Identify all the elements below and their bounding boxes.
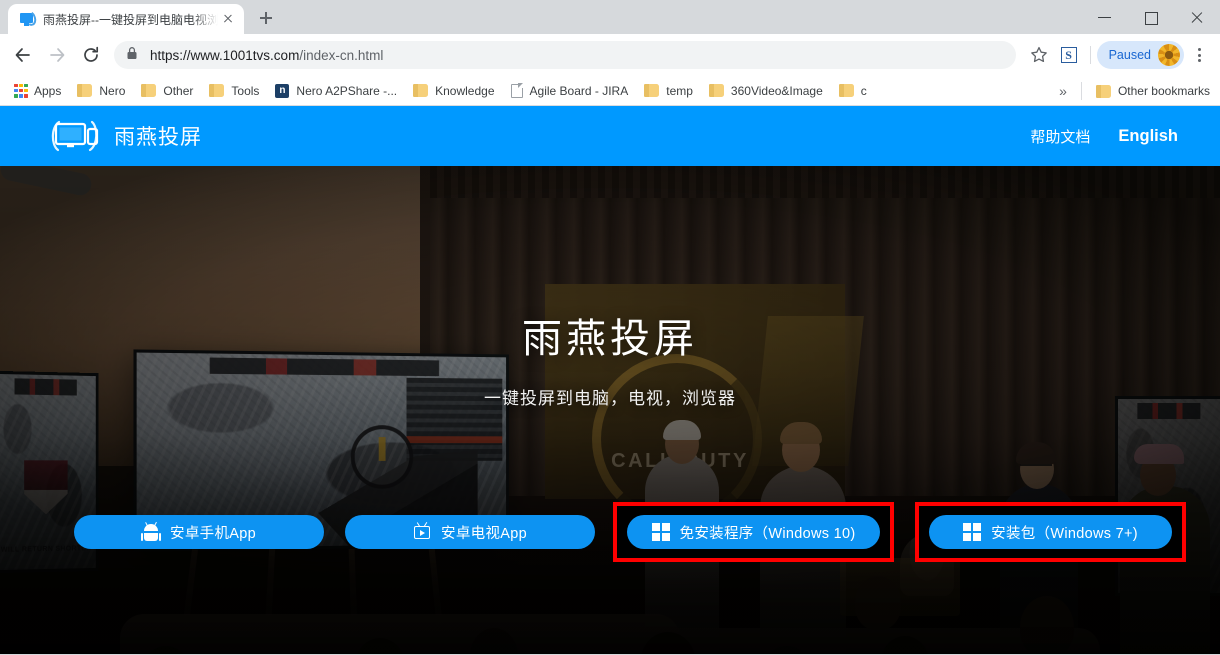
apps-grid-icon	[14, 83, 28, 98]
page-viewport: 雨燕投屏 帮助文档 English CALL·DUTY	[0, 106, 1220, 654]
download-buttons-row: 安卓手机App 安卓电视App 免安装程序（Windows 10) 安装包（Wi…	[0, 502, 1220, 562]
download-installer-windows7-button[interactable]: 安装包（Windows 7+)	[929, 515, 1172, 549]
android-tv-icon	[413, 522, 431, 541]
download-android-tv-app-button[interactable]: 安卓电视App	[345, 515, 595, 549]
star-icon[interactable]	[1024, 40, 1054, 70]
bookmark-knowledge[interactable]: Knowledge	[405, 79, 502, 103]
url-text: https://www.1001tvs.com/index-cn.html	[150, 48, 383, 63]
windows-logo-icon	[963, 523, 982, 541]
cast-screen-logo-icon	[48, 117, 100, 155]
folder-icon	[838, 84, 854, 97]
bookmark-label: Nero	[99, 83, 126, 98]
document-icon	[510, 83, 523, 98]
bookmarks-divider	[1080, 82, 1082, 100]
browser-window: 雨燕投屏--一键投屏到电脑电视浏览器	[0, 0, 1220, 655]
cast-monitor-icon	[19, 9, 39, 28]
button-label: 免安装程序（Windows 10)	[679, 525, 856, 542]
profile-label: Paused	[1108, 48, 1151, 62]
s-extension-label: S	[1060, 47, 1077, 63]
maximize-icon[interactable]	[1128, 1, 1174, 33]
nav-link-english[interactable]: English	[1118, 127, 1178, 146]
nav-link-help-docs[interactable]: 帮助文档	[1030, 126, 1090, 147]
bookmark-other[interactable]: Other	[133, 79, 201, 103]
bookmark-c[interactable]: c	[831, 79, 875, 103]
folder-icon	[644, 84, 660, 97]
url-domain: https://www.1001tvs.com	[150, 47, 300, 63]
other-bookmarks-button[interactable]: Other bookmarks	[1088, 79, 1218, 103]
forward-arrow-icon[interactable]	[42, 40, 72, 70]
folder-icon	[1095, 84, 1111, 98]
bookmark-360video-image[interactable]: 360Video&Image	[701, 79, 831, 103]
highlight-box-windows7: 安装包（Windows 7+)	[915, 502, 1186, 562]
bookmark-label: c	[860, 83, 867, 98]
folder-icon	[77, 84, 93, 97]
download-portable-windows10-button[interactable]: 免安装程序（Windows 10)	[627, 515, 880, 549]
folder-icon	[209, 84, 225, 97]
button-label: 安卓手机App	[170, 525, 256, 542]
download-android-phone-app-button[interactable]: 安卓手机App	[74, 515, 324, 549]
folder-icon	[141, 84, 157, 97]
bookmark-temp[interactable]: temp	[636, 79, 701, 103]
sunflower-avatar-icon	[1158, 44, 1180, 66]
s-extension-icon[interactable]: S	[1054, 40, 1084, 70]
window-close-icon[interactable]	[1174, 1, 1220, 33]
highlight-box-windows10: 免安装程序（Windows 10)	[613, 502, 894, 562]
url-path: /index-cn.html	[299, 47, 384, 63]
bookmark-nero[interactable]: Nero	[69, 79, 133, 103]
bookmark-label: Nero A2PShare -...	[296, 83, 398, 98]
folder-icon	[708, 84, 724, 97]
bookmark-label: Tools	[231, 83, 260, 98]
plus-icon[interactable]	[252, 4, 280, 32]
brand[interactable]: 雨燕投屏	[48, 117, 202, 155]
hero-copy: 雨燕投屏 一键投屏到电脑，电视，浏览器	[0, 306, 1220, 409]
folder-icon	[413, 84, 429, 97]
site-header: 雨燕投屏 帮助文档 English	[0, 106, 1220, 166]
brand-name: 雨燕投屏	[114, 126, 202, 149]
button-label: 安装包（Windows 7+)	[991, 525, 1138, 542]
bookmarks-bar-right: » Other bookmarks	[1051, 76, 1220, 105]
browser-tab[interactable]: 雨燕投屏--一键投屏到电脑电视浏览器	[8, 4, 244, 34]
window-controls	[1082, 0, 1220, 34]
tab-title: 雨燕投屏--一键投屏到电脑电视浏览器	[43, 12, 218, 27]
bookmark-label: Knowledge	[435, 83, 495, 98]
nero-app-icon: n	[275, 83, 290, 98]
bookmarks-overflow-icon[interactable]: »	[1051, 83, 1075, 99]
bookmark-label: temp	[666, 83, 693, 98]
bookmark-label: 360Video&Image	[730, 83, 823, 98]
site-nav: 帮助文档 English	[1002, 126, 1178, 147]
bookmark-label: Other	[163, 83, 194, 98]
profile-chip[interactable]: Paused	[1096, 41, 1184, 69]
bookmark-tools[interactable]: Tools	[201, 79, 267, 103]
reload-icon[interactable]	[76, 40, 106, 70]
minimize-icon[interactable]	[1082, 1, 1128, 33]
bookmark-label: Agile Board - JIRA	[529, 83, 629, 98]
back-arrow-icon[interactable]	[8, 40, 38, 70]
bookmark-label: Apps	[34, 83, 62, 98]
bookmark-agile-board-jira[interactable]: Agile Board - JIRA	[503, 79, 637, 103]
hero-title: 雨燕投屏	[522, 317, 698, 361]
button-label: 安卓电视App	[441, 525, 527, 542]
lock-icon	[126, 46, 140, 65]
tab-strip: 雨燕投屏--一键投屏到电脑电视浏览器	[0, 0, 1220, 34]
bookmark-nero-a2pshare[interactable]: n Nero A2PShare -...	[267, 79, 405, 103]
hero-section: CALL·DUTY WILL RETURN SHORTLY	[0, 166, 1220, 654]
windows-logo-icon	[651, 523, 670, 541]
hero-subtitle: 一键投屏到电脑，电视，浏览器	[484, 389, 736, 408]
other-bookmarks-label: Other bookmarks	[1117, 84, 1210, 98]
android-robot-icon	[140, 521, 162, 541]
bookmark-apps[interactable]: Apps	[6, 79, 69, 103]
browser-toolbar: https://www.1001tvs.com/index-cn.html S …	[0, 34, 1220, 76]
bookmarks-bar: Apps Nero Other Tools n Nero A2PShare -.…	[0, 76, 1220, 106]
toolbar-divider	[1089, 46, 1091, 64]
close-icon[interactable]	[218, 9, 238, 29]
three-dot-menu-icon[interactable]	[1186, 40, 1212, 70]
address-bar[interactable]: https://www.1001tvs.com/index-cn.html	[114, 41, 1016, 69]
